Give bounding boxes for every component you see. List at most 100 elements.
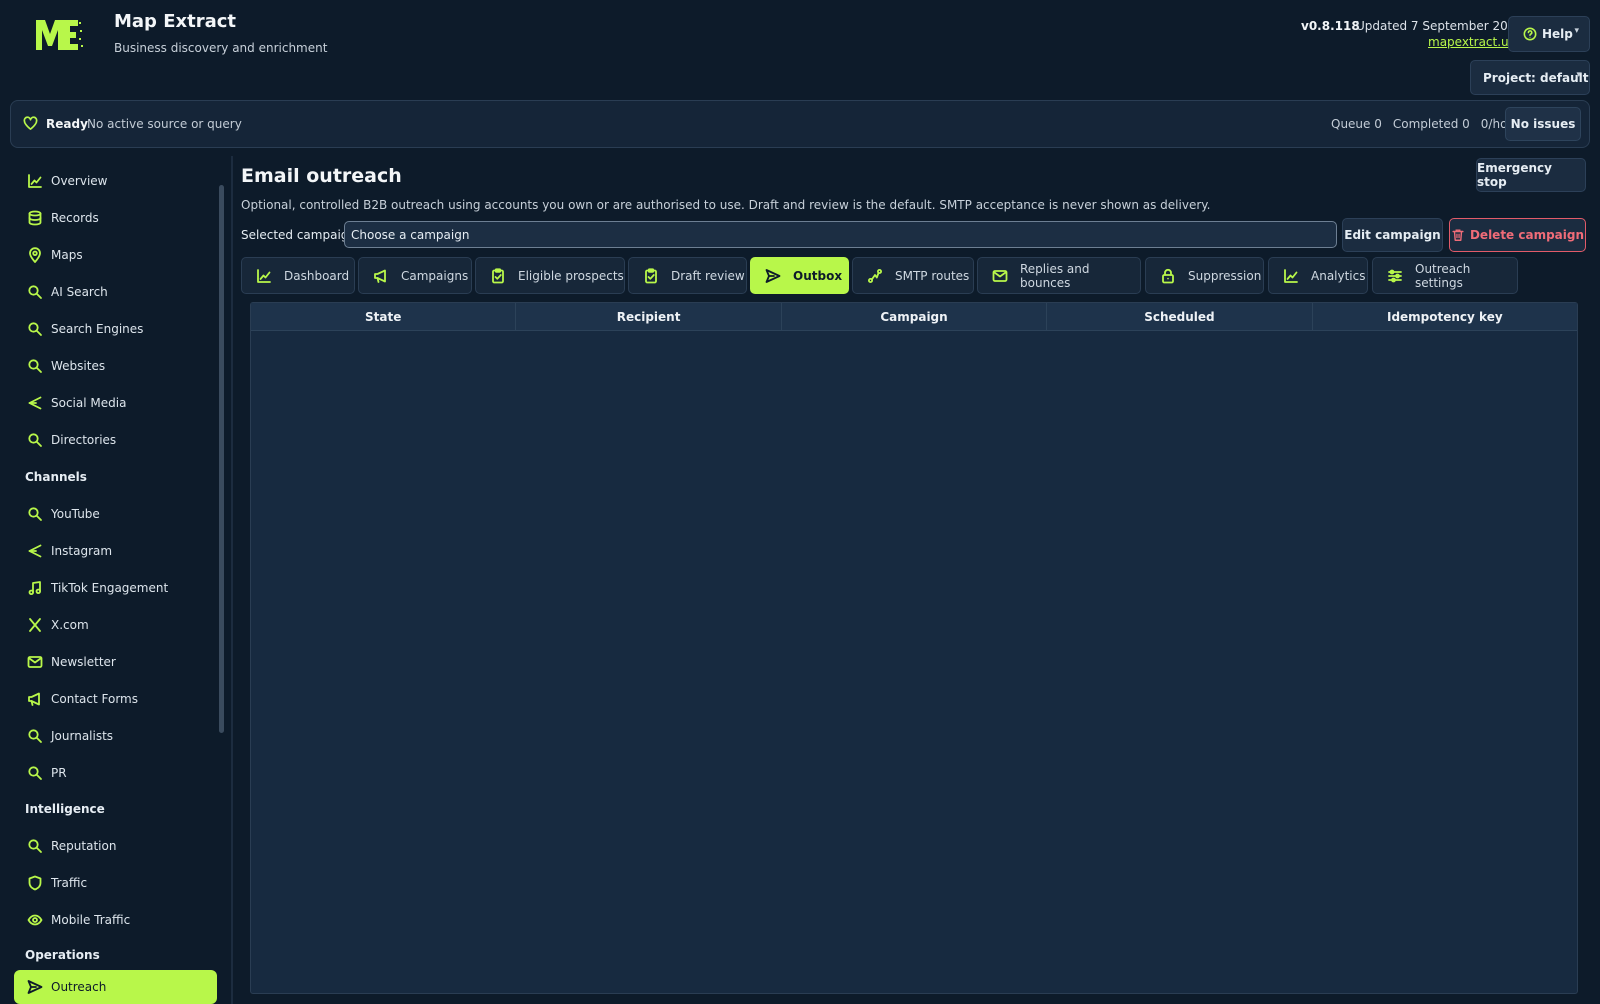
share-icon — [27, 543, 43, 559]
sidebar-scrollbar[interactable] — [219, 185, 224, 733]
search-icon — [27, 728, 43, 744]
column-header-state[interactable]: State — [251, 303, 517, 330]
queue-stats: Queue 0 Completed 0 0/hour — [1331, 117, 1520, 131]
campaign-select[interactable]: Choose a campaign — [344, 221, 1337, 248]
emergency-stop-button[interactable]: Emergency stop — [1476, 158, 1586, 192]
tab-dashboard[interactable]: Dashboard — [241, 257, 355, 294]
search-icon — [27, 838, 43, 854]
tab-label: Dashboard — [284, 268, 350, 283]
sidebar-item-label: Traffic — [51, 876, 88, 890]
sidebar-item-label: Websites — [51, 359, 106, 373]
sidebar-item-search-engines[interactable]: Search Engines — [14, 312, 217, 346]
tab-label: Suppression — [1188, 268, 1262, 283]
tab-suppression[interactable]: Suppression — [1145, 257, 1264, 294]
column-header-recipient[interactable]: Recipient — [516, 303, 782, 330]
site-link[interactable]: mapextract.uk — [1428, 35, 1516, 49]
tab-analytics[interactable]: Analytics — [1268, 257, 1368, 294]
sidebar-divider — [231, 156, 233, 1004]
section-heading-intelligence: Intelligence — [25, 802, 105, 816]
sidebar-item-label: PR — [51, 766, 67, 780]
tab-label: Eligible prospects — [518, 268, 624, 283]
sidebar-item-label: YouTube — [51, 507, 100, 521]
sidebar-item-overview[interactable]: Overview — [14, 164, 217, 198]
sidebar-item-records[interactable]: Records — [14, 201, 217, 235]
sidebar-item-social-media[interactable]: Social Media — [14, 386, 217, 420]
sidebar-item-label: TikTok Engagement — [51, 581, 169, 595]
column-header-idempotency-key[interactable]: Idempotency key — [1313, 303, 1577, 330]
project-selector[interactable]: Project: default ▾ — [1470, 60, 1590, 95]
sidebar-item-label: Directories — [51, 433, 117, 447]
trash-icon — [1451, 228, 1465, 242]
heart-icon — [23, 116, 38, 131]
sidebar-item-maps[interactable]: Maps — [14, 238, 217, 272]
database-icon — [27, 210, 43, 226]
lock-icon — [1160, 268, 1176, 284]
completed-count: Completed 0 — [1392, 117, 1470, 131]
sidebar-item-ai-search[interactable]: AI Search — [14, 275, 217, 309]
sidebar-item-x-com[interactable]: X.com — [14, 608, 217, 642]
sidebar-item-directories[interactable]: Directories — [14, 423, 217, 457]
issues-button[interactable]: No issues — [1505, 107, 1581, 141]
delete-campaign-button[interactable]: Delete campaign — [1449, 218, 1586, 252]
sidebar-item-reputation[interactable]: Reputation — [14, 829, 217, 863]
chart-line-icon — [256, 268, 272, 284]
megaphone-icon — [27, 691, 43, 707]
search-icon — [27, 284, 43, 300]
sidebar-item-label: Overview — [51, 174, 108, 188]
delete-campaign-label: Delete campaign — [1469, 228, 1585, 242]
x-icon — [27, 617, 43, 633]
app-header: Map Extract Business discovery and enric… — [0, 0, 1600, 96]
tab-outbox[interactable]: Outbox — [750, 257, 849, 294]
tab-replies-and-bounces[interactable]: Replies and bounces — [977, 257, 1141, 294]
sidebar-item-label: AI Search — [51, 285, 108, 299]
sidebar-item-outreach[interactable]: Outreach — [14, 970, 217, 1004]
sidebar-item-pr[interactable]: PR — [14, 756, 217, 790]
column-header-campaign[interactable]: Campaign — [782, 303, 1048, 330]
megaphone-icon — [373, 268, 389, 284]
clipboard-check-icon — [490, 267, 506, 284]
music-note-icon — [27, 580, 43, 596]
sidebar-item-newsletter[interactable]: Newsletter — [14, 645, 217, 679]
sidebar-item-journalists[interactable]: Journalists — [14, 719, 217, 753]
tab-label: SMTP routes — [895, 268, 970, 283]
sidebar-item-tiktok[interactable]: TikTok Engagement — [14, 571, 217, 605]
shield-icon — [27, 875, 43, 891]
status-label: Ready — [46, 117, 88, 131]
sidebar-item-mobile-traffic[interactable]: Mobile Traffic — [14, 903, 217, 937]
sidebar-item-instagram[interactable]: Instagram — [14, 534, 217, 568]
chevron-down-icon: ▾ — [1576, 70, 1581, 80]
sidebar-item-label: Contact Forms — [51, 692, 138, 706]
queue-count: Queue 0 — [1331, 117, 1382, 131]
app-title: Map Extract — [114, 11, 237, 32]
edit-campaign-button[interactable]: Edit campaign — [1342, 218, 1443, 252]
sidebar-item-label: Instagram — [51, 544, 113, 558]
sidebar-item-label: Reputation — [51, 839, 117, 853]
tab-smtp-routes[interactable]: SMTP routes — [852, 257, 974, 294]
search-icon — [27, 321, 43, 337]
sidebar: Overview Records Maps AI Search Search E… — [0, 156, 232, 1004]
sidebar-item-label: Outreach — [51, 980, 107, 994]
tab-campaigns[interactable]: Campaigns — [358, 257, 472, 294]
column-header-scheduled[interactable]: Scheduled — [1047, 303, 1313, 330]
eye-icon — [27, 912, 43, 928]
sidebar-item-traffic[interactable]: Traffic — [14, 866, 217, 900]
sidebar-item-label: Mobile Traffic — [51, 913, 131, 927]
sidebar-item-contact-forms[interactable]: Contact Forms — [14, 682, 217, 716]
tab-draft-review[interactable]: Draft review — [628, 257, 747, 294]
tab-outreach-settings[interactable]: Outreach settings — [1372, 257, 1518, 294]
help-icon — [1523, 27, 1537, 41]
tab-eligible-prospects[interactable]: Eligible prospects — [475, 257, 625, 294]
updated-date: Updated 7 September 2026 — [1356, 19, 1524, 33]
mail-icon — [992, 268, 1008, 284]
sidebar-item-websites[interactable]: Websites — [14, 349, 217, 383]
search-icon — [27, 765, 43, 781]
clipboard-check-icon — [643, 267, 659, 284]
chevron-down-icon: ▾ — [1574, 26, 1579, 36]
section-heading-operations: Operations — [25, 948, 100, 962]
sidebar-item-youtube[interactable]: YouTube — [14, 497, 217, 531]
app-version: v0.8.118 — [1301, 19, 1360, 33]
app-subtitle: Business discovery and enrichment — [114, 41, 328, 55]
help-button[interactable]: Help ▾ — [1508, 16, 1590, 52]
route-icon — [867, 268, 883, 284]
page-title: Email outreach — [241, 165, 402, 187]
